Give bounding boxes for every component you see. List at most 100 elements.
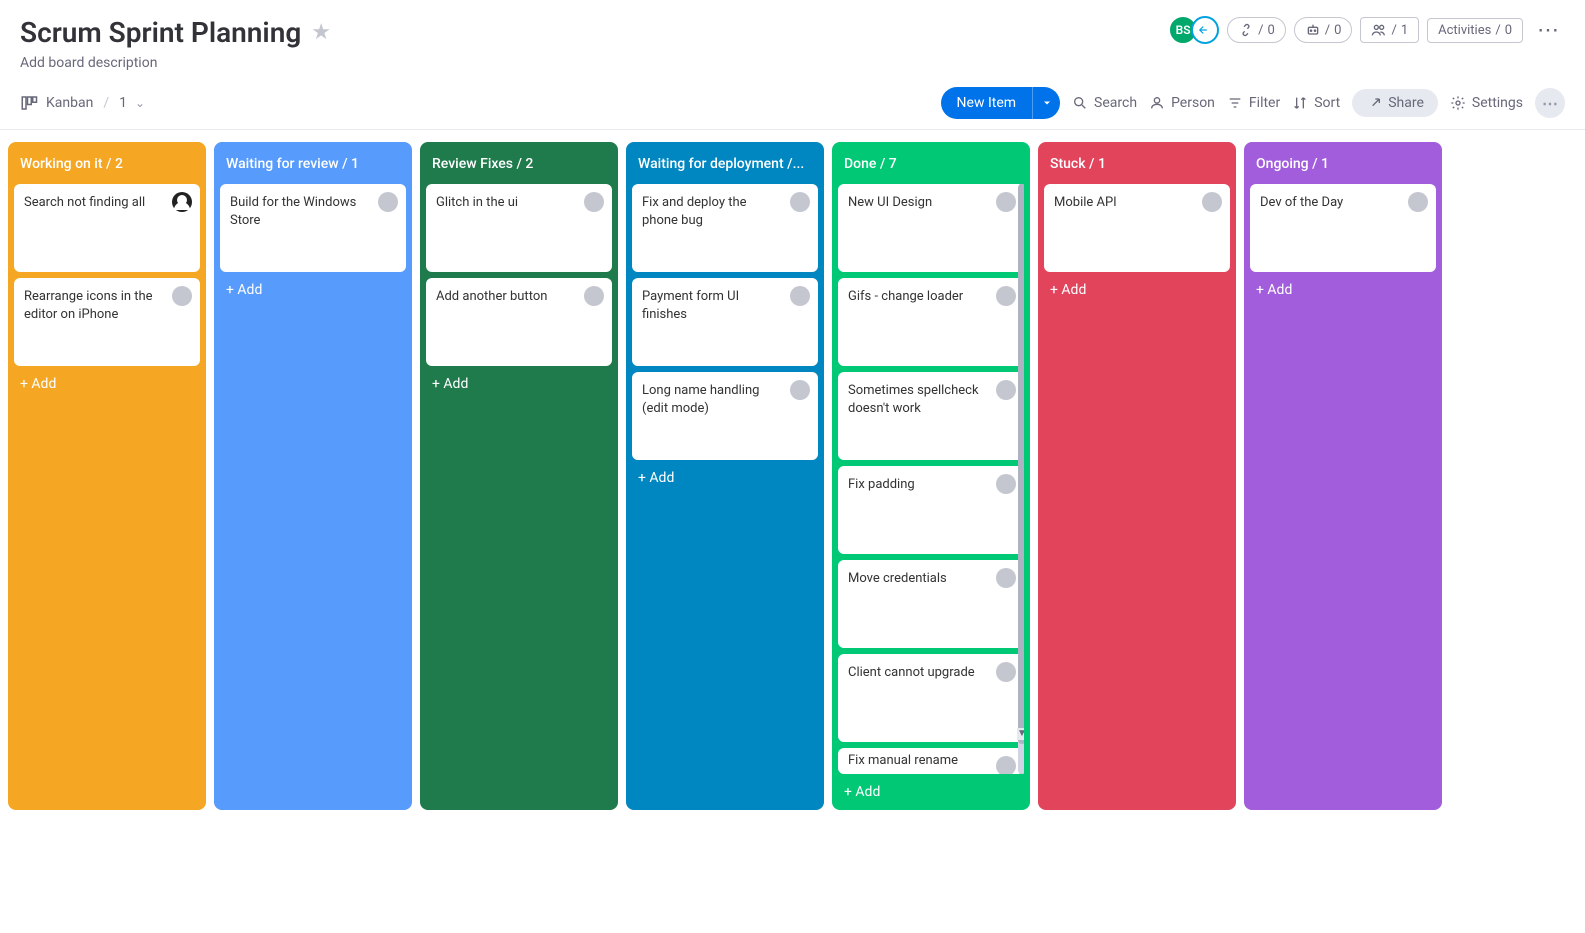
toolbar-actions: New Item Search Person Filter Sort Share — [941, 87, 1565, 119]
filter-icon — [1227, 95, 1243, 111]
card-title: Move credentials — [848, 570, 1014, 588]
card-avatar[interactable] — [378, 192, 398, 212]
card[interactable]: Move credentials — [838, 560, 1024, 648]
kanban-board[interactable]: Working on it / 2 Search not finding all R… — [0, 130, 1585, 822]
card-title: Fix manual rename — [848, 752, 1014, 770]
filter-label: Filter — [1249, 95, 1280, 111]
person-button[interactable]: Person — [1149, 95, 1215, 111]
add-card-button[interactable]: + Add — [14, 366, 200, 396]
column-stuck[interactable]: Stuck / 1 Mobile API + Add — [1038, 142, 1236, 810]
search-button[interactable]: Search — [1072, 95, 1137, 111]
card-avatar[interactable] — [996, 380, 1016, 400]
column-review-fixes[interactable]: Review Fixes / 2Glitch in the uiAdd anot… — [420, 142, 618, 810]
card-avatar[interactable] — [1408, 192, 1428, 212]
filter-button[interactable]: Filter — [1227, 95, 1280, 111]
column-ongoing[interactable]: Ongoing / 1Dev of the Day+ Add — [1244, 142, 1442, 810]
star-icon[interactable]: ★ — [311, 20, 331, 45]
card[interactable]: Client cannot upgrade — [838, 654, 1024, 742]
card[interactable]: Add another button — [426, 278, 612, 366]
card[interactable]: Dev of the Day — [1250, 184, 1436, 272]
kanban-icon — [20, 94, 38, 112]
card-avatar[interactable] — [1202, 192, 1222, 212]
card-title: Gifs - change loader — [848, 288, 1014, 306]
column-working[interactable]: Working on it / 2 Search not finding all R… — [8, 142, 206, 810]
card[interactable]: Glitch in the ui — [426, 184, 612, 272]
column-header[interactable]: Waiting for deployment /... — [632, 148, 818, 184]
toolbar-more-icon[interactable]: ⋯ — [1535, 88, 1565, 118]
card-title: Client cannot upgrade — [848, 664, 1014, 682]
column-header[interactable]: Waiting for review / 1 — [220, 148, 406, 184]
card[interactable]: Build for the Windows Store — [220, 184, 406, 272]
scrollbar[interactable]: ▼ — [1018, 184, 1024, 774]
integrations-pill[interactable]: / 0 — [1227, 17, 1286, 43]
card-avatar[interactable] — [996, 756, 1016, 774]
card-title: Mobile API — [1054, 194, 1220, 212]
card-title: Search not finding all — [24, 194, 190, 212]
share-label: Share — [1388, 95, 1424, 111]
chevron-down-icon: ⌄ — [135, 96, 145, 110]
card[interactable]: Rearrange icons in the editor on iPhone — [14, 278, 200, 366]
card-avatar[interactable] — [172, 286, 192, 306]
integrations-count: 0 — [1267, 23, 1274, 38]
automations-pill[interactable]: / 0 — [1294, 17, 1353, 43]
avatar-stack[interactable]: BS — [1169, 16, 1219, 44]
board-description[interactable]: Add board description — [20, 55, 331, 71]
avatar-add-user[interactable] — [1191, 16, 1219, 44]
add-card-button[interactable]: + Add — [838, 774, 1024, 804]
sort-button[interactable]: Sort — [1292, 95, 1340, 111]
card[interactable]: Search not finding all — [14, 184, 200, 272]
card-avatar[interactable] — [790, 192, 810, 212]
add-card-button[interactable]: + Add — [1044, 272, 1230, 302]
card[interactable]: Sometimes spellcheck doesn't work — [838, 372, 1024, 460]
card-avatar[interactable] — [996, 474, 1016, 494]
card-avatar[interactable] — [996, 662, 1016, 682]
card-avatar[interactable] — [996, 192, 1016, 212]
card-avatar[interactable] — [790, 380, 810, 400]
column-header[interactable]: Review Fixes / 2 — [426, 148, 612, 184]
new-item-button[interactable]: New Item — [941, 87, 1061, 119]
sep: / — [1258, 23, 1263, 38]
card[interactable]: Mobile API — [1044, 184, 1230, 272]
card[interactable]: Long name handling (edit mode) — [632, 372, 818, 460]
card[interactable]: Fix and deploy the phone bug — [632, 184, 818, 272]
cards-list: Build for the Windows Store — [220, 184, 406, 272]
card-title: Long name handling (edit mode) — [642, 382, 808, 417]
card[interactable]: New UI Design — [838, 184, 1024, 272]
card[interactable]: Payment form UI finishes — [632, 278, 818, 366]
card-avatar[interactable] — [584, 192, 604, 212]
column-done[interactable]: Done / 7New UI Design Gifs - change loade… — [832, 142, 1030, 810]
column-waiting-review[interactable]: Waiting for review / 1Build for the Wind… — [214, 142, 412, 810]
card-avatar[interactable] — [790, 286, 810, 306]
add-card-button[interactable]: + Add — [632, 460, 818, 490]
column-header[interactable]: Done / 7 — [838, 148, 1024, 184]
card[interactable]: Fix manual rename — [838, 748, 1024, 774]
cards-list: Dev of the Day — [1250, 184, 1436, 272]
card-avatar[interactable] — [172, 192, 192, 212]
title-row: Scrum Sprint Planning ★ — [20, 16, 331, 49]
column-header[interactable]: Stuck / 1 — [1044, 148, 1230, 184]
settings-button[interactable]: Settings — [1450, 95, 1523, 111]
view-name: Kanban — [46, 95, 93, 111]
add-card-button[interactable]: + Add — [220, 272, 406, 302]
members-pill[interactable]: / 1 — [1360, 17, 1419, 43]
card[interactable]: Gifs - change loader — [838, 278, 1024, 366]
view-switcher[interactable]: Kanban / 1 ⌄ — [20, 94, 145, 112]
header-left: Scrum Sprint Planning ★ Add board descri… — [20, 16, 331, 71]
add-card-button[interactable]: + Add — [1250, 272, 1436, 302]
new-item-dropdown[interactable] — [1032, 87, 1060, 119]
card-avatar[interactable] — [996, 568, 1016, 588]
column-header[interactable]: Ongoing / 1 — [1250, 148, 1436, 184]
activities-label: Activities — [1438, 23, 1491, 38]
column-header[interactable]: Working on it / 2 — [14, 148, 200, 184]
card-avatar[interactable] — [996, 286, 1016, 306]
header-more-icon[interactable]: ⋯ — [1531, 18, 1565, 43]
activities-count: 0 — [1505, 23, 1512, 38]
card-avatar[interactable] — [584, 286, 604, 306]
card[interactable]: Fix padding — [838, 466, 1024, 554]
add-card-button[interactable]: + Add — [426, 366, 612, 396]
settings-label: Settings — [1472, 95, 1523, 111]
activities-pill[interactable]: Activities / 0 — [1427, 18, 1523, 43]
board-title[interactable]: Scrum Sprint Planning — [20, 16, 301, 49]
share-button[interactable]: Share — [1352, 89, 1438, 117]
column-waiting-deploy[interactable]: Waiting for deployment /...Fix and deplo… — [626, 142, 824, 810]
